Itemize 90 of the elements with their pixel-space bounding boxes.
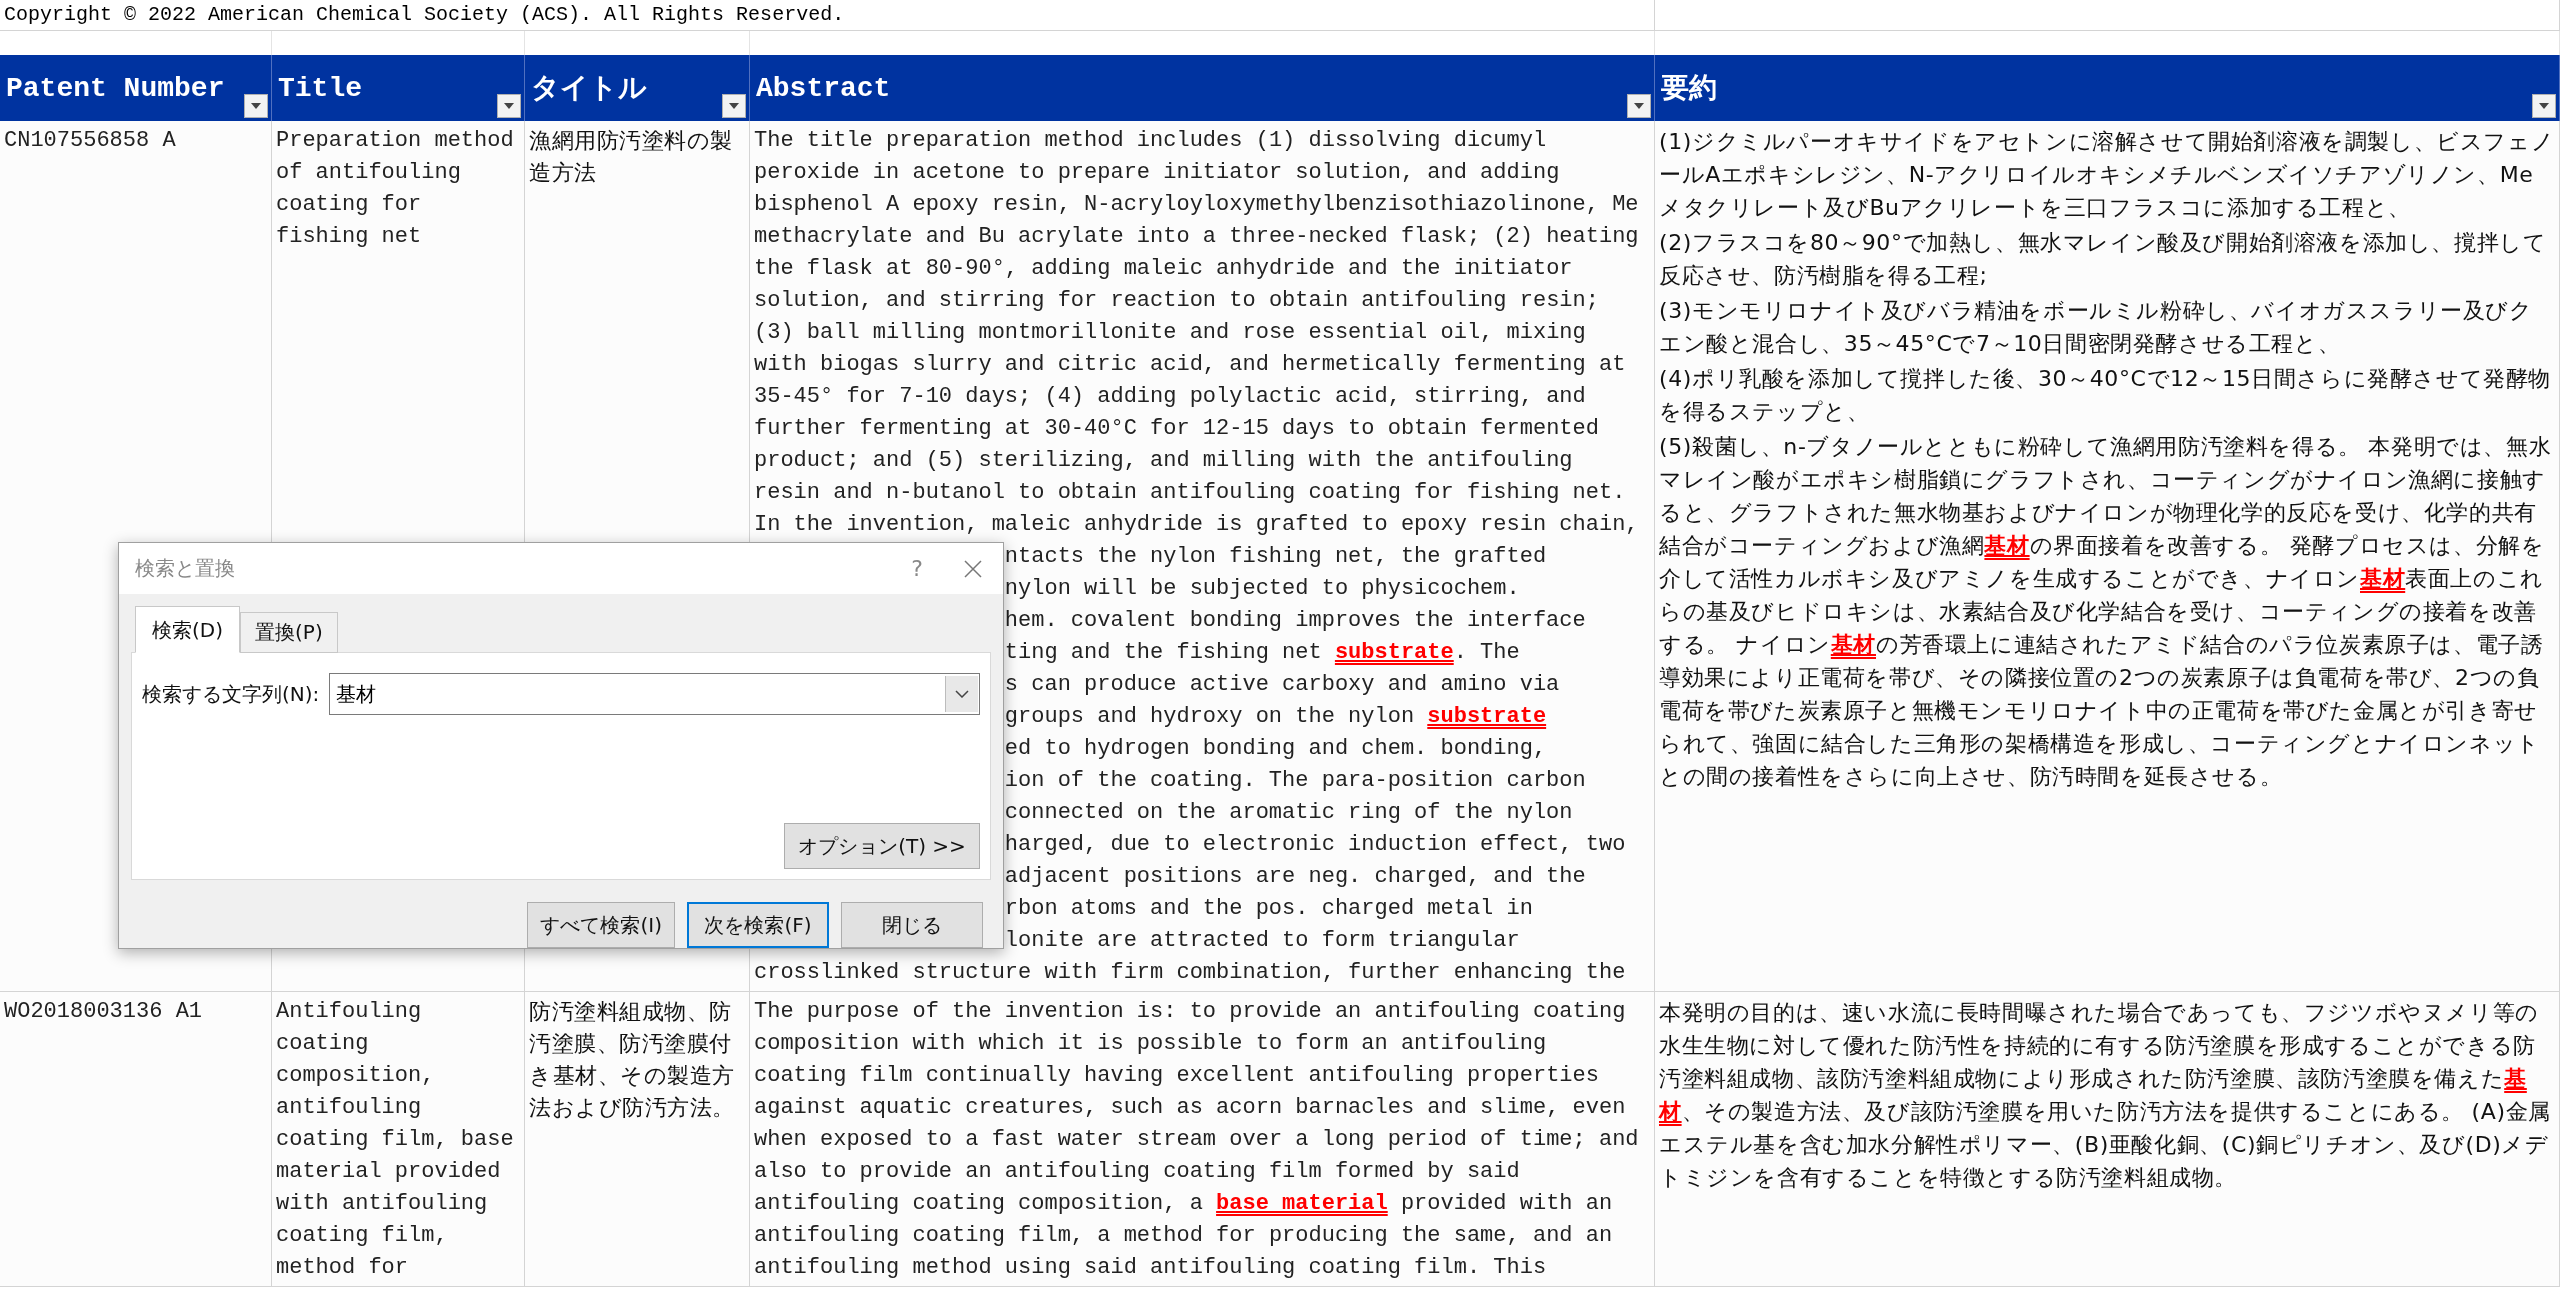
abstract-line: composition with which it is possible to form an antifouling	[754, 1030, 1547, 1058]
abstract-line: when exposed to a fast water stream over a long period of time; and	[754, 1126, 1639, 1154]
abstract-line: harged, due to electronic induction effect, two	[1004, 831, 1626, 859]
abstract-line: adjacent positions are neg. charged, and the	[1004, 863, 1586, 891]
japanese-abstract-paragraph: (3)モンモリロナイト及びバラ精油をボールミル粉砕し、バイオガススラリー及びクエン酸と混合し、35～45°Cで7～10日間密閉発酵させる工程と、	[1659, 297, 2534, 358]
filter-button[interactable]	[244, 94, 268, 118]
triangle-icon	[729, 103, 739, 109]
dialog-button[interactable]: すべて検索(I)	[527, 902, 675, 948]
column-header: 要約	[1661, 70, 1717, 106]
abstract-line: rbon atoms and the pos. charged metal in	[1004, 895, 1533, 923]
filter-button[interactable]	[1627, 94, 1651, 118]
column-header: Title	[278, 72, 362, 104]
abstract-line: product; and (5) sterilizing, and milling with the antifouling	[754, 447, 1573, 475]
triangle-icon	[2539, 103, 2549, 109]
abstract-line: The purpose of the invention is: to provide an antifouling coating	[754, 998, 1626, 1026]
column-header: Patent Number	[6, 72, 225, 104]
abstract-line: connected on the aromatic ring of the nylon	[1004, 799, 1573, 827]
abstract-line: (3) ball milling montmorillonite and rose essential oil, mixing	[754, 319, 1586, 347]
abstract-line: also to provide an antifouling coating film formed by said	[754, 1158, 1520, 1186]
dialog-tab[interactable]: 置換(P)	[240, 612, 338, 653]
copyright-text: Copyright © 2022 American Chemical Society (ACS). All Rights Reserved.	[3, 2, 845, 28]
abstract-line: antifouling method using said antifouling coating film. This	[754, 1254, 1547, 1282]
japanese-title-line: 法および防汚方法。	[529, 1094, 736, 1122]
abstract-line: methacrylate and Bu acrylate into a three-necked flask; (2) heating	[754, 223, 1639, 251]
abstract-line: resin and n-butanol to obtain antifouling coating for fishing net.	[754, 479, 1626, 507]
abstract-line: coating film continually having excellent antifouling properties	[754, 1062, 1599, 1090]
abstract-line: bisphenol A epoxy resin, N-acryloyloxymethylbenzisothiazolinone, Me	[754, 191, 1639, 219]
filter-button[interactable]	[497, 94, 521, 118]
abstract-line: s can produce active carboxy and amino via	[1004, 671, 1560, 699]
japanese-abstract-paragraph: (2)フラスコを80～90°で加熱し、無水マレイン酸及び開始剤溶液を添加し、撹拌して反応させ、防汚樹脂を得る工程;	[1659, 229, 2548, 290]
dialog-button[interactable]: 閉じる	[841, 902, 983, 948]
search-label: 検索する文字列(N):	[142, 680, 320, 708]
dialog-tab[interactable]: 検索(D)	[135, 606, 240, 653]
close-icon[interactable]	[963, 558, 983, 579]
dialog-button[interactable]: 次を検索(F)	[687, 902, 829, 948]
column-header: タイトル	[531, 70, 647, 106]
title-line: coating film,	[276, 1222, 448, 1250]
abstract-line: lonite are attracted to form triangular	[1004, 927, 1520, 955]
abstract-line: In the invention, maleic anhydride is grafted to epoxy resin chain,	[754, 511, 1639, 539]
abstract-line: the flask at 80-90°, adding maleic anhydride and the initiator	[754, 255, 1573, 283]
japanese-abstract-paragraph: (5)殺菌し、n-ブタノールとともに粉砕して漁網用防汚塗料を得る。 本発明では、無水マレイン酸がエポキシ樹脂鎖にグラフトされ、コーティングがナイロン漁網に接触すると、グラフトされた無水物基およびナイロンが物理化学的反応を受け、化学的共有結合がコーティングおよび漁網基材の界面接着を改善する。 発酵プロセスは、分解を介して活性カルボキシ及びアミノを生成することができ、ナイロン基材表面上のこれらの基及びヒドロキシは、水素結合及び化学結合を受け、コーティングの接着を改善する。 ナイロン基材の芳香環上に連結されたアミド結合のパラ位炭素原子は、電子誘導効果により正電荷を帯び、その隣接位置の2つの炭素原子は負電荷を帯び、2つの負電荷を帯びた炭素原子と無機モンモリロナイト中の正電荷を帯びた金属とが引き寄せられて、強固に結合した三角形の架橋構造を形成し、コーティングとナイロンネットとの間の接着性をさらに向上させ、防汚時間を延長させる。	[1659, 433, 2553, 791]
japanese-title-line: 防汚塗料組成物、防	[529, 998, 733, 1026]
abstract-line: nylon will be subjected to physicochem.	[1004, 575, 1520, 603]
filter-button[interactable]	[722, 94, 746, 118]
abstract-line: hem. covalent bonding improves the interface	[1004, 607, 1586, 635]
search-field[interactable]: 基材	[329, 673, 980, 715]
japanese-abstract-paragraph: 本発明の目的は、速い水流に長時間曝された場合であっても、フジツボやヌメリ等の水生生物に対して優れた防汚性を持続的に有する防汚塗膜を形成することができる防汚塗料組成物、該防汚塗料組成物により形成された防汚塗膜、該防汚塗膜を備えた基材、その製造方法、及び該防汚塗膜を用いた防汚方法を提供することにある。 (A)金属エステル基を含む加水分解性ポリマー、(B)亜酸化銅、(C)銅ピリチオン、及び(D)メデトミジンを含有することを特徴とする防汚塗料組成物。	[1659, 999, 2552, 1192]
japanese-title-line: 汚塗膜、防汚塗膜付	[529, 1030, 733, 1058]
abstract-line: 35-45° for 7-10 days; (4) adding polylactic acid, stirring, and	[754, 383, 1586, 411]
abstract-line: antifouling coating film, a method for producing the same, and an	[754, 1222, 1613, 1250]
abstract-line: The title preparation method includes (1) dissolving dicumyl	[754, 127, 1547, 155]
title-line: fishing net	[276, 223, 422, 251]
japanese-title-line: 造方法	[529, 159, 598, 187]
dialog-title: 検索と置換	[135, 555, 236, 582]
patent-number: WO2018003136 A1	[4, 998, 203, 1026]
options-button[interactable]: オプション(T) >>	[784, 823, 980, 869]
title-line: coating film, base	[276, 1126, 514, 1154]
abstract-line: antifouling coating composition, a base material provided with an	[754, 1190, 1613, 1218]
triangle-icon	[504, 103, 514, 109]
triangle-icon	[251, 103, 261, 109]
abstract-line: peroxide in acetone to prepare initiator solution, and adding	[754, 159, 1560, 187]
abstract-line: ting and the fishing net substrate. The	[1004, 639, 1520, 667]
abstract-line: solution, and stirring for reaction to obtain antifouling resin;	[754, 287, 1599, 315]
filter-button[interactable]	[2532, 94, 2556, 118]
japanese-title-line: き基材、その製造方	[529, 1062, 736, 1090]
help-button[interactable]: ?	[911, 556, 923, 581]
column-header: Abstract	[756, 72, 891, 104]
abstract-line: against aquatic creatures, such as acorn barnacles and slime, even	[754, 1094, 1626, 1122]
title-line: of antifouling	[276, 159, 461, 187]
title-line: composition,	[276, 1062, 435, 1090]
abstract-line: ntacts the nylon fishing net, the grafted	[1004, 543, 1547, 571]
title-line: Antifouling	[276, 998, 422, 1026]
patent-number: CN107556858 A	[4, 127, 176, 155]
japanese-title-line: 漁網用防汚塗料の製	[529, 127, 734, 155]
title-line: material provided	[276, 1158, 501, 1186]
title-line: coating	[276, 1030, 369, 1058]
title-line: with antifouling	[276, 1190, 488, 1218]
title-line: method for	[276, 1254, 409, 1282]
abstract-line: ed to hydrogen bonding and chem. bonding,	[1004, 735, 1547, 763]
title-line: antifouling	[276, 1094, 422, 1122]
abstract-line: crosslinked structure with firm combination, further enhancing the	[754, 959, 1626, 987]
abstract-line: with biogas slurry and citric acid, and hermetically fermenting at	[754, 351, 1626, 379]
japanese-abstract-paragraph: (4)ポリ乳酸を添加して撹拌した後、30～40°Cで12～15日間さらに発酵させて発酵物を得るステップと、	[1659, 365, 2552, 426]
triangle-icon	[1634, 103, 1644, 109]
abstract-line: further fermenting at 30-40°C for 12-15 days to obtain fermented	[754, 415, 1599, 443]
abstract-line: ion of the coating. The para-position carbon	[1004, 767, 1586, 795]
japanese-abstract-paragraph: (1)ジクミルパーオキサイドをアセトンに溶解させて開始剤溶液を調製し、ビスフェノールAエポキシレジン、N-アクリロイルオキシメチルベンズイソチアゾリノン、Meメタクリレート及びBuアクリレートを三口フラスコに添加する工程と、	[1659, 128, 2555, 222]
abstract-line: groups and hydroxy on the nylon substrate	[1004, 703, 1547, 731]
title-line: coating for	[276, 191, 422, 219]
title-line: Preparation method	[276, 127, 514, 155]
